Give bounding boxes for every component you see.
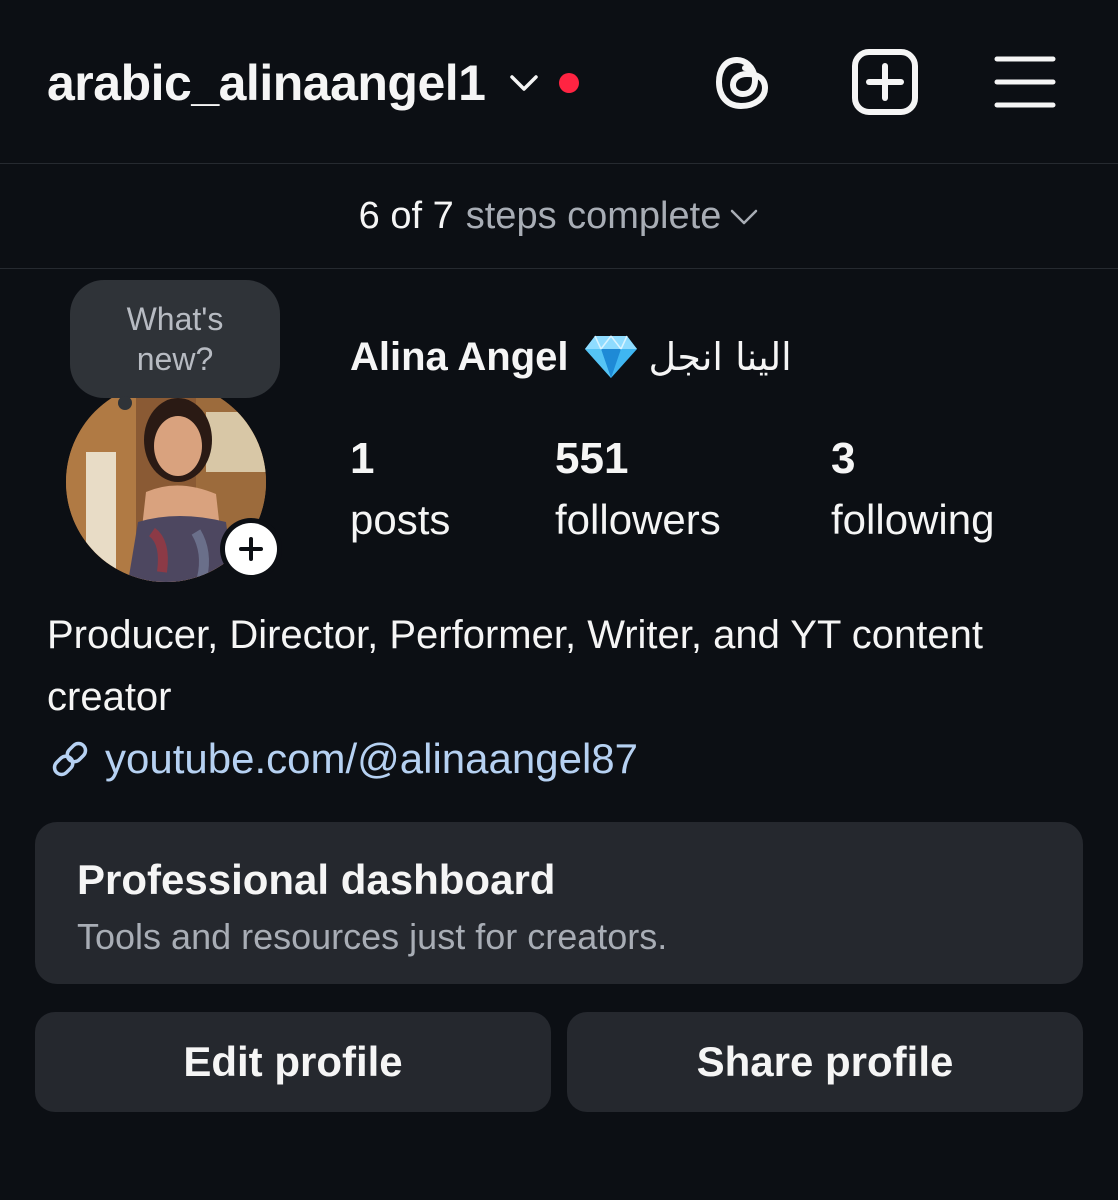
posts-label: posts — [350, 496, 451, 543]
gem-icon — [583, 334, 639, 380]
chevron-down-icon — [729, 202, 759, 232]
followers-label: followers — [555, 496, 721, 543]
stat-followers[interactable]: 551 followers — [555, 430, 721, 552]
menu-icon[interactable] — [988, 45, 1062, 119]
add-story-button[interactable] — [220, 518, 282, 580]
bubble-line-1: What's — [126, 301, 224, 337]
profile-steps-banner[interactable]: 6 of 7 steps complete — [0, 165, 1118, 269]
top-bar: arabic_alinaangel1 — [0, 0, 1118, 164]
professional-dashboard-card[interactable]: Professional dashboard Tools and resourc… — [35, 822, 1083, 984]
stat-posts[interactable]: 1 posts — [350, 430, 450, 552]
bubble-line-2: new? — [136, 341, 214, 377]
account-switcher[interactable]: arabic_alinaangel1 — [47, 52, 580, 114]
following-label: following — [831, 496, 995, 543]
bio-link[interactable]: youtube.com/@alinaangel87 — [47, 730, 638, 788]
username: arabic_alinaangel1 — [47, 55, 486, 111]
dashboard-subtitle: Tools and resources just for creators. — [77, 916, 668, 957]
link-icon — [47, 736, 93, 782]
link-text: youtube.com/@alinaangel87 — [105, 735, 638, 782]
bubble-tail — [118, 396, 132, 410]
steps-label: steps complete — [465, 195, 722, 237]
avatar-container[interactable] — [66, 382, 284, 582]
display-name: Alina Angel — [350, 334, 569, 379]
share-profile-button[interactable]: Share profile — [567, 1012, 1083, 1112]
arabic-name: الينا انجل — [648, 335, 792, 379]
create-post-icon[interactable] — [848, 45, 922, 119]
chevron-down-icon[interactable] — [507, 66, 541, 100]
followers-count: 551 — [555, 434, 629, 483]
dashboard-title: Professional dashboard — [77, 856, 556, 903]
display-name-row: Alina Angel الينا انجل — [350, 332, 792, 382]
bio-text: Producer, Director, Performer, Writer, a… — [47, 613, 983, 719]
threads-icon[interactable] — [706, 45, 780, 119]
posts-count: 1 — [350, 434, 375, 483]
following-count: 3 — [831, 434, 856, 483]
edit-profile-button[interactable]: Edit profile — [35, 1012, 551, 1112]
steps-count: 6 of 7 — [358, 195, 454, 237]
whats-new-bubble[interactable]: What's new? — [70, 280, 280, 398]
profile-screen: arabic_alinaangel1 6 of 7 steps complete… — [0, 0, 1118, 1200]
notification-dot — [559, 73, 580, 93]
stat-following[interactable]: 3 following — [831, 430, 994, 552]
plus-icon — [225, 523, 277, 575]
